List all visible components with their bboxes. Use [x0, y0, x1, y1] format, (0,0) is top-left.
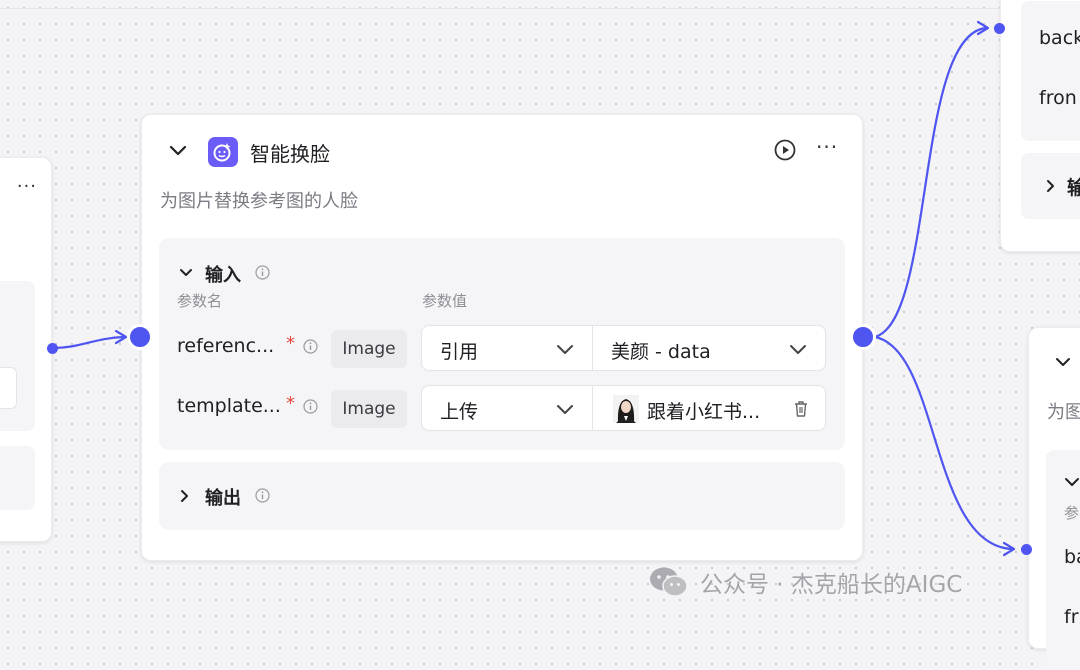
chevron-down-icon: [557, 405, 573, 414]
left-node-input-panel: [0, 281, 35, 431]
param-type-tag: Image: [331, 330, 407, 368]
input-section: 输入 参数名 参数值 referenc... * Image 引用 美颜 - d…: [159, 238, 845, 450]
right-top-param-1: back: [1039, 27, 1080, 49]
input-section-title: 输入: [205, 265, 241, 286]
param-mode-select[interactable]: 引用: [421, 325, 593, 371]
info-icon[interactable]: [255, 265, 270, 280]
param-value-header: 参数值: [422, 292, 468, 310]
main-node-input-port[interactable]: [127, 324, 153, 350]
param-type-tag: Image: [331, 390, 407, 428]
node-title: 智能换脸: [250, 142, 330, 166]
chevron-down-icon: [790, 345, 806, 354]
left-node[interactable]: ···: [0, 157, 52, 542]
node-header: 智能换脸 ···: [142, 115, 862, 187]
param-reference-value: 美颜 - data: [611, 341, 711, 363]
right-bottom-description: 为图: [1047, 402, 1080, 423]
param-row: referenc... * Image 引用 美颜 - data: [159, 325, 845, 373]
left-node-output-panel: [0, 446, 35, 510]
main-node-output-port[interactable]: [850, 324, 876, 350]
right-bottom-col-header: 参: [1064, 504, 1080, 522]
chevron-right-icon[interactable]: [179, 489, 189, 503]
uploaded-file-name: 跟着小红书...: [647, 401, 761, 423]
edge-arrow-top: [976, 20, 990, 36]
info-icon[interactable]: [303, 339, 318, 354]
more-icon[interactable]: ···: [816, 135, 838, 159]
top-divider: [0, 8, 1080, 9]
param-name: referenc...: [177, 335, 275, 357]
face-swap-icon: [208, 137, 238, 167]
edge-left-to-main: [52, 335, 125, 350]
required-marker: *: [286, 393, 295, 414]
node-description: 为图片替换参考图的人脸: [160, 191, 358, 212]
chevron-down-icon: [557, 345, 573, 354]
output-section-title: 输出: [205, 488, 241, 509]
param-mode-value: 上传: [440, 401, 479, 423]
param-reference-select[interactable]: 美颜 - data: [592, 325, 826, 371]
left-node-output-port[interactable]: [47, 343, 58, 354]
right-bottom-param-1: ba: [1064, 546, 1080, 568]
edge-main-to-top: [874, 26, 987, 339]
edge-arrow-bottom: [1002, 541, 1016, 557]
left-node-field[interactable]: [0, 367, 17, 409]
chevron-right-icon[interactable]: [1045, 179, 1055, 193]
chevron-down-icon[interactable]: [179, 266, 193, 280]
edge-arrow-left: [114, 329, 128, 345]
info-icon[interactable]: [303, 399, 318, 414]
wechat-icon: [650, 567, 688, 597]
param-name: template...: [177, 395, 281, 417]
image-thumbnail: [613, 395, 639, 423]
param-mode-value: 引用: [440, 341, 479, 363]
output-section[interactable]: 输出: [159, 462, 845, 530]
right-top-input-panel: [1021, 1, 1080, 141]
param-row: template... * Image 上传 跟着小红书...: [159, 385, 845, 433]
right-bottom-input-panel: 参 ba fr: [1046, 450, 1080, 670]
right-top-output-panel[interactable]: 输: [1021, 153, 1080, 219]
play-icon[interactable]: [774, 139, 796, 161]
param-name-header: 参数名: [177, 292, 223, 310]
right-top-section-title: 输: [1067, 177, 1080, 199]
right-bottom-node[interactable]: 为图 参 ba fr: [1028, 327, 1080, 670]
trash-icon[interactable]: [793, 400, 809, 418]
right-bottom-input-port[interactable]: [1021, 544, 1032, 555]
uploaded-file-field[interactable]: 跟着小红书...: [592, 385, 826, 431]
chevron-down-icon[interactable]: [1055, 356, 1071, 368]
required-marker: *: [286, 333, 295, 354]
right-top-param-2: fron: [1039, 87, 1077, 109]
param-mode-select[interactable]: 上传: [421, 385, 593, 431]
edge-main-to-bottom: [874, 335, 1013, 551]
more-icon[interactable]: ···: [17, 176, 37, 197]
face-swap-node[interactable]: 智能换脸 ··· 为图片替换参考图的人脸 输入 参数名 参数值 referenc…: [141, 114, 863, 561]
chevron-down-icon[interactable]: [1064, 476, 1080, 488]
chevron-down-icon[interactable]: [168, 143, 188, 159]
info-icon[interactable]: [255, 488, 270, 503]
right-top-input-port[interactable]: [994, 23, 1005, 34]
watermark-text: 公众号 · 杰克船长的AIGC: [700, 572, 963, 598]
right-top-node[interactable]: back fron 输: [1000, 0, 1080, 252]
